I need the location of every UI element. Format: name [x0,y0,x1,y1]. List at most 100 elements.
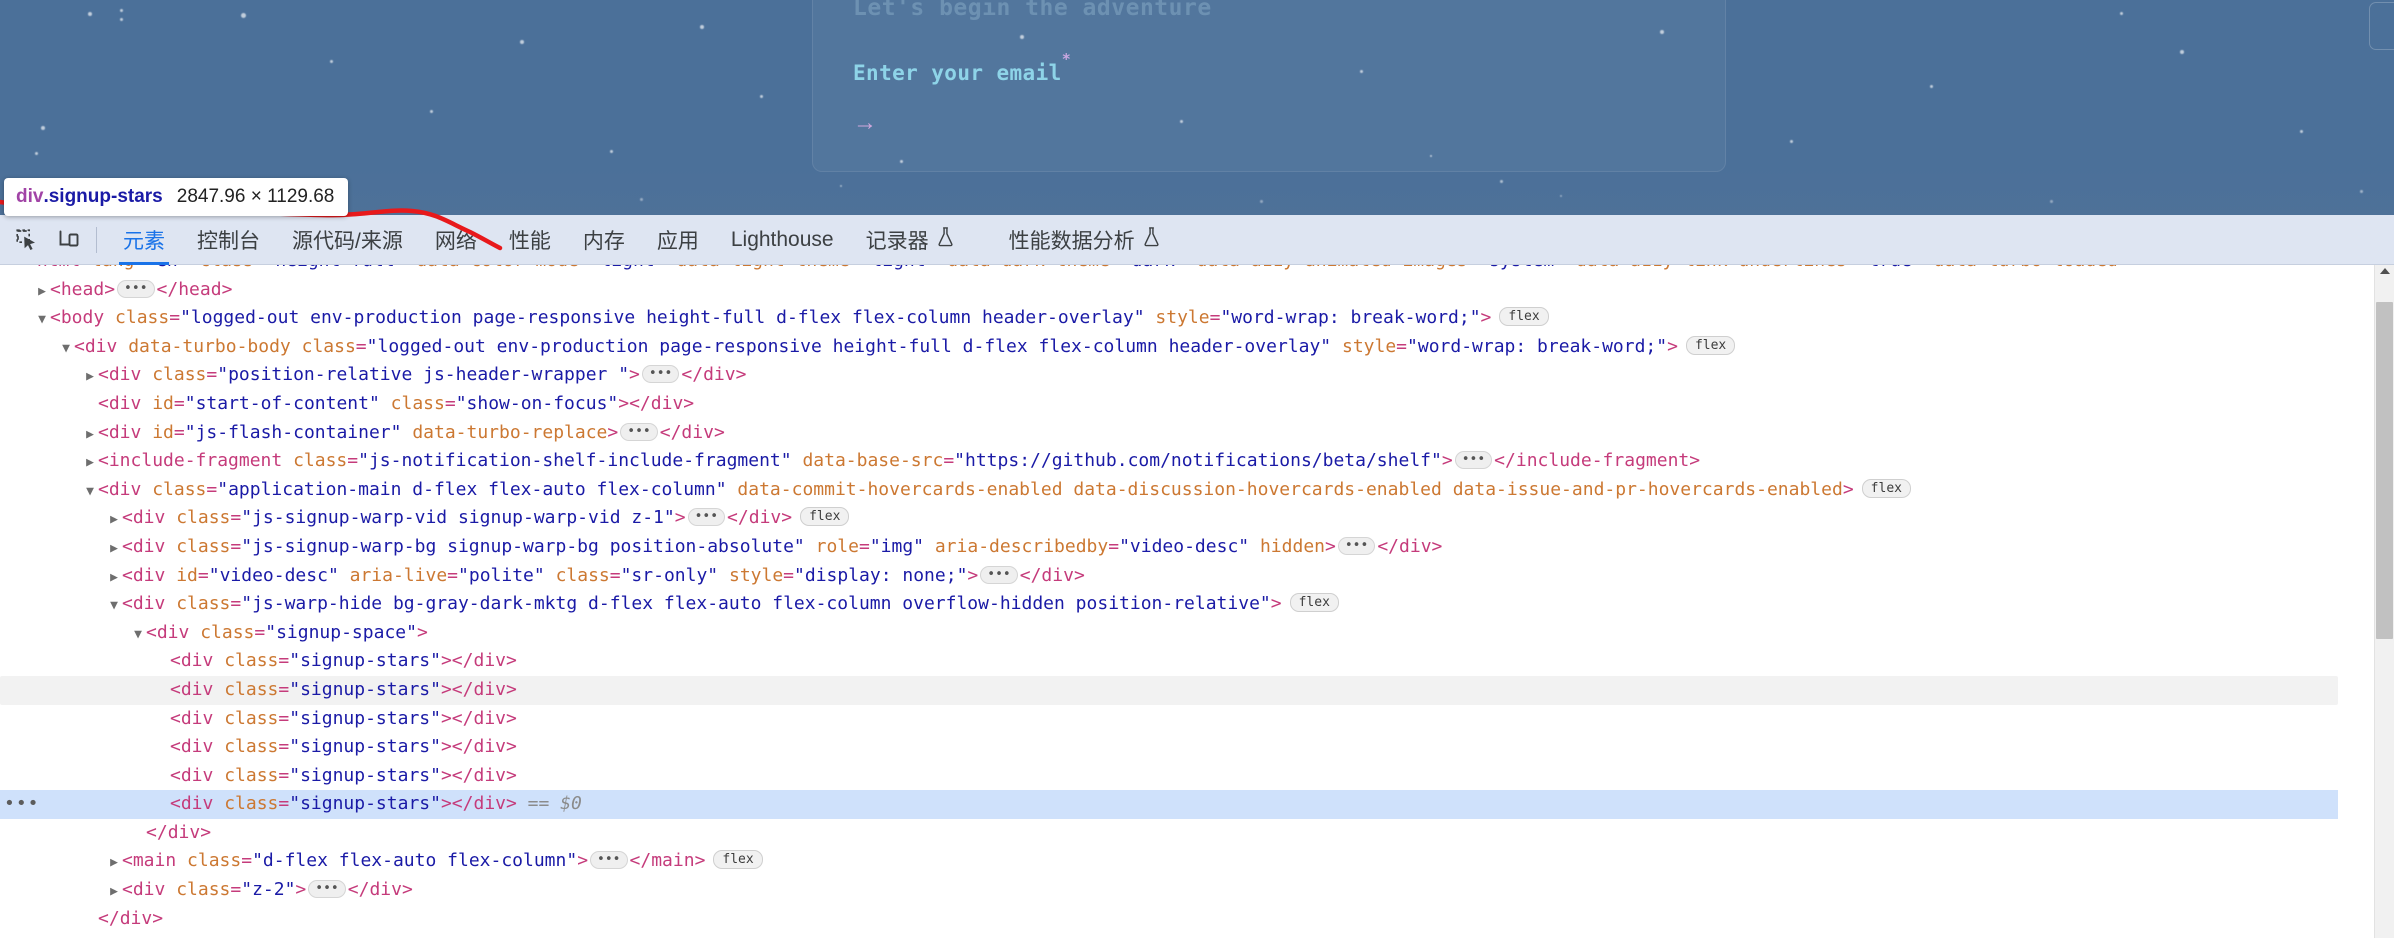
flex-badge[interactable]: flex [1685,335,1736,355]
token-punct: < [98,478,109,500]
chevron-right-icon[interactable]: ▶ [34,278,50,307]
scroll-up-arrow-icon[interactable] [2379,268,2390,274]
dom-tree-row[interactable]: ▶ <main class="d-flex flex-auto flex-colu… [0,847,2338,876]
expand-children-ellipsis[interactable]: ••• [1454,451,1493,470]
row-more-options-icon[interactable]: ••• [4,790,40,819]
dom-tree-row[interactable]: ▼ <div class="application-main d-flex fle… [0,476,2338,505]
email-input-caret-arrow[interactable]: → [853,111,877,135]
dom-tree-row[interactable]: ▶ <div id="js-flash-container" data-turbo… [0,419,2338,448]
scrollbar-thumb[interactable] [2376,302,2393,639]
token-punct: > [1441,450,1453,472]
dom-tree-row[interactable]: ▼ <div data-turbo-body class="logged-out … [0,333,2338,362]
dom-tree-row[interactable]: ▼ <div class="signup-space"> [0,619,2338,648]
dom-tree-vertical-scrollbar[interactable] [2374,265,2394,938]
tab-sources[interactable]: 源代码/来源 [276,215,419,265]
inspect-element-icon[interactable] [6,219,48,261]
chevron-down-icon[interactable]: ▼ [34,306,50,335]
tab-recorder[interactable]: 记录器 [850,215,971,265]
tab-console[interactable]: 控制台 [181,215,276,265]
elements-dom-tree-pane[interactable]: ▶<html lang="en" class="height-full" dat… [0,265,2394,938]
token-punct: < [170,793,181,815]
device-toolbar-icon[interactable] [48,219,90,261]
chevron-down-icon[interactable]: ▼ [82,478,98,507]
tab-elements[interactable]: 元素 [107,215,181,265]
dom-tree-row[interactable]: ▶ <div id="video-desc" aria-live="polite"… [0,562,2338,591]
expand-children-ellipsis[interactable]: ••• [590,851,628,870]
chevron-right-icon[interactable]: ▶ [106,535,122,564]
tab-performance[interactable]: 性能 [493,215,567,265]
token-punct: </ [146,821,168,843]
dom-tree-row[interactable]: ▶ <div class="z-2"> ••• </div> [0,876,2338,905]
token-tag: div [473,793,506,815]
chevron-right-icon[interactable]: ▶ [106,564,122,593]
tab-application[interactable]: 应用 [641,215,715,265]
token-punct: > [506,707,517,729]
chevron-right-icon[interactable]: ▶ [106,849,122,878]
token-val: "video-desc" [208,564,339,586]
dom-tree-row[interactable]: ▶<html lang="en" class="height-full" dat… [0,265,2338,276]
expand-children-ellipsis[interactable]: ••• [308,880,346,899]
dom-tree-row[interactable]: ▶<div class="signup-stars"></div> [0,647,2338,676]
dom-tree-row[interactable]: ▼ <body class="logged-out env-production … [0,304,2338,333]
dom-tree-row[interactable]: ▼ <div class="js-warp-hide bg-gray-dark-m… [0,590,2338,619]
dom-tree-row[interactable]: ▶<div id="start-of-content" class="show-… [0,390,2338,419]
dom-tree-row[interactable]: ▶<div class="signup-stars"></div> [0,762,2338,791]
expand-children-ellipsis[interactable]: ••• [687,508,726,527]
dom-tree-row[interactable]: ▶ <include-fragment class="js-notificatio… [0,447,2338,476]
flex-badge[interactable]: flex [713,850,763,870]
token-punct: </ [156,278,179,300]
dom-tree-row[interactable]: ▶<div> [0,933,2338,938]
devtools-toolbar: 元素 控制台 源代码/来源 网络 性能 内存 应用 Lighthouse 记录器 [0,215,2394,265]
dom-tree-row[interactable]: ▶ <div class="js-signup-warp-bg signup-wa… [0,533,2338,562]
token-attr: class [293,450,348,472]
dom-tree-row[interactable]: ▶<div class="signup-stars"></div> [0,733,2338,762]
dom-tree-row[interactable]: •••▶<div class="signup-stars"></div> == … [0,790,2338,819]
token-punct: </ [1019,564,1042,586]
chevron-right-icon[interactable]: ▶ [106,506,122,535]
token-punct: = [609,564,621,586]
tab-network[interactable]: 网络 [419,215,493,265]
tab-performance-insights[interactable]: 性能数据分析 [993,215,1177,265]
token-val: "true" [1858,265,1923,271]
dom-tree-row[interactable]: ▶</div> [0,819,2338,848]
flex-badge[interactable]: flex [1499,307,1549,327]
expand-children-ellipsis[interactable]: ••• [980,565,1018,584]
chevron-down-icon[interactable]: ▼ [106,592,122,621]
tab-memory[interactable]: 内存 [567,215,641,265]
token-punct: > [1431,535,1443,557]
dom-tree-row[interactable]: ▶<div class="signup-stars"></div> [0,705,2338,734]
dom-tree-row[interactable]: ▶ <div class="js-signup-warp-vid signup-w… [0,504,2338,533]
flex-badge[interactable]: flex [1861,478,1911,498]
token-punct: = [783,564,795,586]
chevron-right-icon[interactable]: ▶ [82,363,98,392]
tab-lighthouse[interactable]: Lighthouse [715,215,850,265]
expand-children-ellipsis[interactable]: ••• [641,365,680,384]
token-val: "video-desc" [1119,535,1250,557]
dom-tree-row[interactable]: ▶</div> [0,905,2338,934]
token-attr: class [224,707,279,729]
token-attr: data-issue-and-pr-hovercards-enabled [1452,478,1843,500]
flex-badge[interactable]: flex [800,507,850,527]
chevron-right-icon[interactable]: ▶ [82,421,98,450]
token-punct: = [206,364,218,386]
expand-children-ellipsis[interactable]: ••• [1337,536,1376,555]
token-attr: class [152,364,207,386]
token-punct: < [74,335,85,357]
chevron-right-icon[interactable]: ▶ [106,878,122,907]
token-punct: > [440,793,452,815]
flex-badge[interactable]: flex [1289,593,1339,613]
chevron-right-icon[interactable]: ▶ [82,449,98,478]
token-punct: < [122,507,133,529]
expand-children-ellipsis[interactable]: ••• [620,422,658,441]
token-punct: < [122,593,133,615]
dom-tree-row[interactable]: ▶ <head> ••• </head> [0,276,2338,305]
token-punct: = [230,879,242,901]
expand-children-ellipsis[interactable]: ••• [117,279,155,298]
token-attr: class [199,265,253,271]
chevron-down-icon[interactable]: ▼ [58,335,74,364]
chevron-down-icon[interactable]: ▼ [130,621,146,650]
dom-tree-row[interactable]: ▶<div class="signup-stars"></div> [0,675,2338,705]
token-tag: div [681,421,714,443]
continue-button[interactable]: Continue [2369,2,2394,50]
dom-tree-row[interactable]: ▶ <div class="position-relative js-header… [0,361,2338,390]
